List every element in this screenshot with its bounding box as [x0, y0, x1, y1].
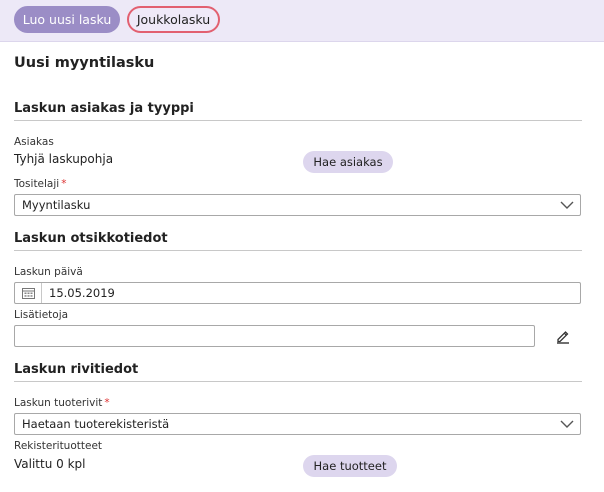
date-value: 15.05.2019: [49, 286, 115, 300]
toolbar: Luo uusi lasku Joukkolasku: [0, 0, 604, 42]
doc-type-select[interactable]: Myyntilasku: [14, 194, 581, 216]
bulk-invoice-button[interactable]: Joukkolasku: [127, 6, 220, 33]
section-divider: [14, 381, 582, 382]
doc-type-selected-value: Myyntilasku: [22, 198, 91, 212]
date-field[interactable]: 15.05.2019: [14, 282, 581, 304]
section-title-customer: Laskun asiakas ja tyyppi: [14, 101, 194, 116]
section-title-rows: Laskun rivitiedot: [14, 362, 139, 377]
product-rows-select[interactable]: Haetaan tuoterekisteristä: [14, 413, 581, 435]
info-label: Lisätietoja: [14, 309, 69, 321]
section-divider: [14, 250, 582, 251]
fetch-customer-button[interactable]: Hae asiakas: [303, 151, 393, 173]
create-invoice-button[interactable]: Luo uusi lasku: [14, 6, 120, 33]
date-label: Laskun päivä: [14, 266, 83, 278]
product-rows-selected-value: Haetaan tuoterekisteristä: [22, 417, 170, 431]
customer-label: Asiakas: [14, 136, 54, 148]
section-title-header: Laskun otsikkotiedot: [14, 231, 168, 246]
doc-type-label: Tositelaji *: [14, 178, 67, 190]
info-input[interactable]: [14, 325, 535, 347]
date-separator: [41, 283, 42, 303]
section-divider: [14, 120, 582, 121]
product-rows-label: Laskun tuoterivit *: [14, 397, 110, 409]
chevron-down-icon: [560, 420, 574, 428]
pencil-icon[interactable]: [555, 328, 571, 344]
required-marker: *: [61, 178, 67, 190]
required-marker: *: [104, 397, 110, 409]
registry-value: Valittu 0 kpl: [14, 457, 86, 471]
fetch-products-button[interactable]: Hae tuotteet: [303, 455, 397, 477]
chevron-down-icon: [560, 201, 574, 209]
page-title: Uusi myyntilasku: [14, 55, 155, 71]
calendar-icon[interactable]: [22, 287, 35, 299]
registry-label: Rekisterituotteet: [14, 440, 103, 452]
customer-value: Tyhjä laskupohja: [14, 152, 114, 166]
